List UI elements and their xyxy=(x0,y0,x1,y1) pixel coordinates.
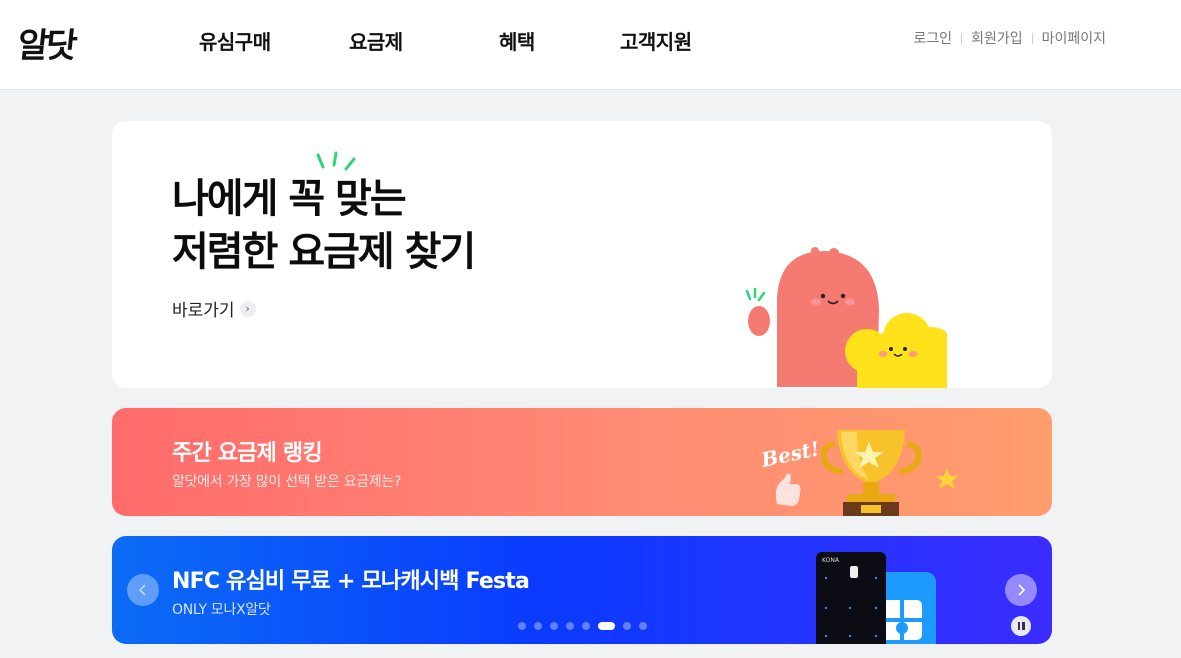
chevron-left-icon xyxy=(138,584,146,596)
mypage-link[interactable]: 마이페이지 xyxy=(1042,28,1106,48)
carousel-dot[interactable] xyxy=(623,622,631,630)
nav-item-plans[interactable]: 요금제 xyxy=(349,0,403,80)
carousel-pause-button[interactable] xyxy=(1011,616,1031,636)
carousel-prev-button[interactable] xyxy=(127,574,159,606)
nfc-usim-card-illustration: KONA xyxy=(816,552,936,644)
divider xyxy=(1031,32,1033,44)
carousel-dot[interactable] xyxy=(639,622,647,630)
shortcut-link[interactable]: 바로가기 › xyxy=(172,296,256,321)
promo-title: NFC 유심비 무료 + 모나캐시백 Festa xyxy=(172,569,530,594)
carousel-next-button[interactable] xyxy=(1005,574,1037,606)
carousel-pagination xyxy=(518,622,647,630)
card-brand-text: KONA xyxy=(822,557,840,564)
mascot-illustration xyxy=(745,247,947,388)
nav-item-support[interactable]: 고객지원 xyxy=(620,0,692,80)
carousel-dot-active[interactable] xyxy=(598,622,615,630)
pause-icon xyxy=(1017,622,1020,630)
hero-title-line2: 저렴한 요금제 찾기 xyxy=(172,229,476,275)
shortcut-link-label: 바로가기 xyxy=(172,301,235,321)
carousel-dot[interactable] xyxy=(550,622,558,630)
nav-item-usim-purchase[interactable]: 유심구매 xyxy=(199,0,271,80)
chevron-right-icon: › xyxy=(239,300,256,317)
carousel-dot[interactable] xyxy=(534,622,542,630)
nav-item-benefits[interactable]: 혜택 xyxy=(499,0,535,80)
carousel-dot[interactable] xyxy=(518,622,526,630)
chevron-right-icon xyxy=(1018,584,1026,596)
hero-title: 나에게 꼭 맞는 저렴한 요금제 찾기 xyxy=(172,173,476,279)
promo-subtitle: ONLY 모나X알닷 xyxy=(172,602,271,618)
carousel-dot[interactable] xyxy=(582,622,590,630)
hero-card[interactable]: 나에게 꼭 맞는 저렴한 요금제 찾기 바로가기 › xyxy=(112,121,1052,388)
hero-title-line1: 나에게 꼭 맞는 xyxy=(172,176,407,222)
divider xyxy=(961,32,963,44)
site-header: 알닷 유심구매 요금제 혜택 고객지원 로그인 회원가입 마이페이지 xyxy=(0,0,1181,90)
carousel-dot[interactable] xyxy=(566,622,574,630)
best-badge-text: Best! xyxy=(758,436,822,472)
utility-links: 로그인 회원가입 마이페이지 xyxy=(913,28,1106,48)
ranking-subtitle: 알닷에서 가장 많이 선택 받은 요금제는? xyxy=(172,474,402,490)
ranking-title: 주간 요금제 랭킹 xyxy=(172,441,323,466)
site-logo[interactable]: 알닷 xyxy=(16,16,96,66)
signup-link[interactable]: 회원가입 xyxy=(971,28,1023,48)
trophy-icon: Best! xyxy=(758,430,959,516)
promo-carousel-banner[interactable]: NFC 유심비 무료 + 모나캐시백 Festa ONLY 모나X알닷 KONA xyxy=(112,536,1052,644)
login-link[interactable]: 로그인 xyxy=(913,28,952,48)
pause-icon xyxy=(1022,622,1025,630)
weekly-ranking-banner[interactable]: 주간 요금제 랭킹 알닷에서 가장 많이 선택 받은 요금제는? Best! xyxy=(112,408,1052,516)
logo-text: 알닷 xyxy=(15,26,77,66)
